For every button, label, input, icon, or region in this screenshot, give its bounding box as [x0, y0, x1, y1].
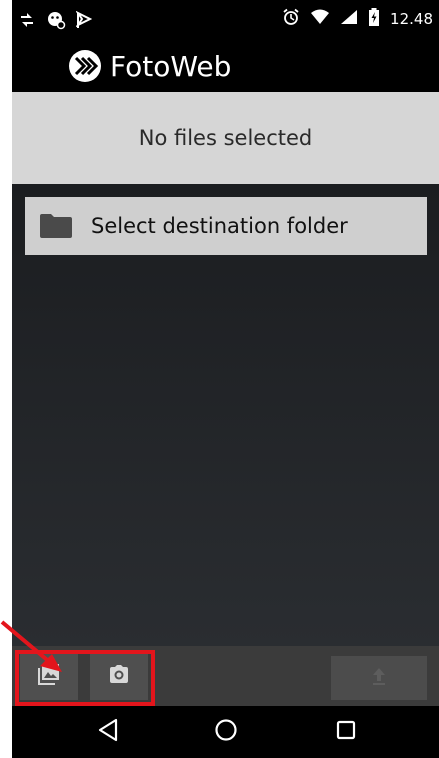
main-content: Select destination folder — [12, 184, 439, 646]
home-button[interactable] — [210, 718, 242, 746]
gallery-icon — [38, 663, 60, 689]
recents-button[interactable] — [330, 718, 362, 746]
select-destination-folder-button[interactable]: Select destination folder — [25, 197, 427, 255]
files-status-text: No files selected — [138, 126, 313, 150]
status-right-icons: 12.48 — [282, 8, 433, 30]
signal-icon — [340, 9, 358, 29]
navigation-bar — [12, 706, 439, 758]
bottom-action-bar — [12, 646, 439, 706]
app-title: FotoWeb — [110, 50, 232, 83]
upload-icon — [369, 666, 389, 690]
folder-icon — [39, 213, 73, 239]
status-bar: 12.48 — [12, 0, 439, 40]
camera-icon — [108, 664, 130, 688]
camera-button[interactable] — [90, 652, 148, 700]
android-debug-icon — [46, 10, 66, 34]
recents-icon — [335, 719, 357, 745]
app-title-bar: FotoWeb — [12, 40, 439, 92]
files-status-banner: No files selected — [12, 92, 439, 184]
usb-sync-icon — [18, 11, 36, 33]
phone-screen: 12.48 FotoWeb No files selected Select d… — [0, 0, 439, 758]
screen: 12.48 FotoWeb No files selected Select d… — [0, 0, 439, 758]
status-time: 12.48 — [390, 10, 433, 28]
back-icon — [97, 718, 119, 746]
back-button[interactable] — [92, 718, 124, 746]
select-destination-folder-label: Select destination folder — [91, 214, 348, 238]
fotoweb-logo-icon — [68, 49, 102, 83]
status-left-icons — [18, 10, 93, 34]
notification-flag-icon — [75, 10, 93, 33]
alarm-icon — [282, 8, 300, 30]
home-icon — [214, 718, 238, 746]
battery-charging-icon — [368, 8, 380, 30]
wifi-icon — [310, 9, 330, 29]
gallery-button[interactable] — [20, 652, 78, 700]
upload-button[interactable] — [331, 656, 427, 700]
